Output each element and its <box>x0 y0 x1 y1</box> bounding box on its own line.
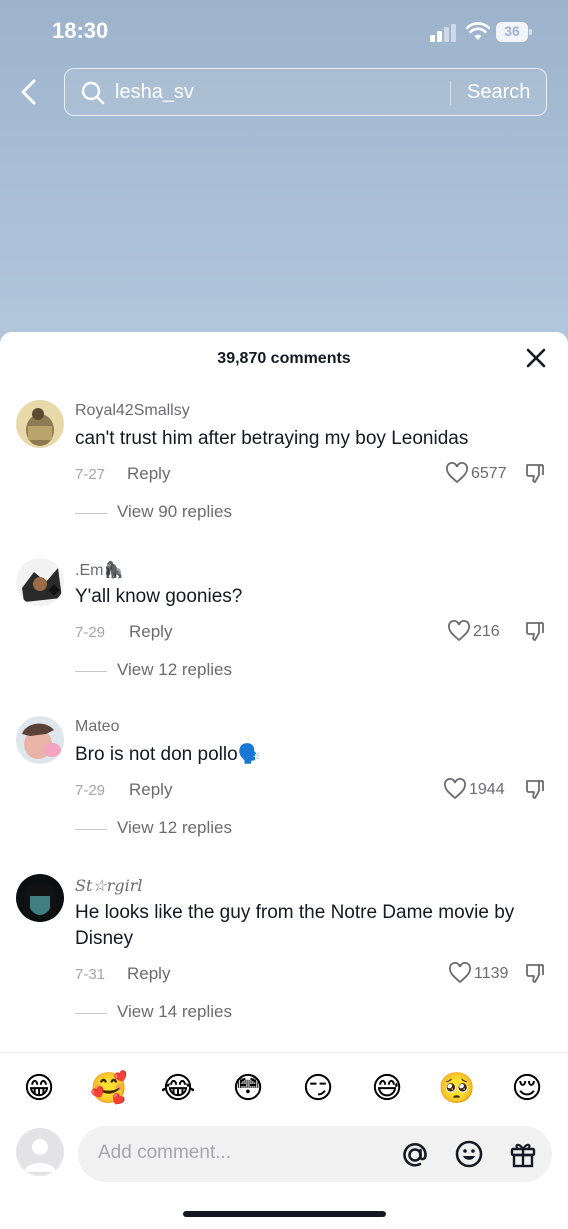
battery-level: 36 <box>504 23 520 39</box>
quick-emoji[interactable]: 😏 <box>298 1069 338 1109</box>
heart-icon[interactable] <box>447 620 471 642</box>
user-avatar <box>16 1128 64 1176</box>
comment-item: Royal42Smallsy can't trust him after bet… <box>0 400 568 530</box>
comment-item: .Em🦍 Y'all know goonies? 7-29 Reply 216 … <box>0 558 568 688</box>
reply-button[interactable]: Reply <box>129 622 172 642</box>
heart-icon[interactable] <box>445 462 469 484</box>
back-arrow-icon[interactable] <box>14 74 46 110</box>
at-mention-icon[interactable] <box>400 1140 430 1170</box>
dislike-icon[interactable] <box>524 620 546 642</box>
dislike-icon[interactable] <box>524 778 546 800</box>
comment-actions: 7-31 Reply 1139 <box>75 962 555 990</box>
search-icon <box>81 81 105 105</box>
comment-date: 7-31 <box>75 966 106 983</box>
comment-actions: 7-27 Reply 6577 <box>75 462 555 490</box>
gift-icon[interactable] <box>508 1139 538 1169</box>
avatar[interactable] <box>16 874 64 922</box>
comment-text: Y'all know goonies? <box>75 586 243 607</box>
reply-button[interactable]: Reply <box>127 464 170 484</box>
comment-item: St☆rgirl He looks like the guy from the … <box>0 874 568 1034</box>
avatar[interactable] <box>16 716 64 764</box>
comment-text: He looks like the guy from the Notre Dam… <box>75 902 515 949</box>
view-replies-label: View 14 replies <box>117 1002 232 1021</box>
search-button[interactable]: Search <box>467 81 530 104</box>
comment-text: Bro is not don pollo🗣️ <box>75 744 262 765</box>
comment-actions: 7-29 Reply 216 <box>75 620 555 648</box>
comment-item: Mateo Bro is not don pollo🗣️ 7-29 Reply … <box>0 716 568 846</box>
comment-date: 7-29 <box>75 782 106 799</box>
battery-icon: 36 <box>496 22 532 42</box>
quick-emoji[interactable]: 🥰 <box>89 1069 129 1109</box>
wifi-icon <box>466 22 490 40</box>
video-background: 18:30 36 lesha_sv Search <box>0 0 568 345</box>
comment-username[interactable]: .Em🦍 <box>75 560 123 580</box>
comment-username[interactable]: St☆rgirl <box>75 876 143 895</box>
emoji-icon[interactable] <box>454 1139 484 1169</box>
avatar[interactable] <box>16 400 64 448</box>
like-count: 1944 <box>469 781 505 798</box>
quick-emoji[interactable]: 😳 <box>228 1069 268 1109</box>
comment-username[interactable]: Royal42Smallsy <box>75 402 190 420</box>
close-icon[interactable] <box>524 346 548 370</box>
quick-emoji[interactable]: 😁 <box>19 1069 59 1109</box>
comment-composer: Add comment... <box>0 1124 568 1184</box>
add-comment-input[interactable]: Add comment... <box>78 1126 552 1182</box>
search-divider <box>450 81 451 105</box>
dislike-icon[interactable] <box>524 462 546 484</box>
quick-emoji-bar: 😁 🥰 😂 😳 😏 😅 🥺 😌 <box>0 1052 568 1124</box>
comment-username[interactable]: Mateo <box>75 718 119 736</box>
comment-count: 39,870 comments <box>217 350 351 367</box>
status-time: 18:30 <box>52 18 109 43</box>
comment-text: can't trust him after betraying my boy L… <box>75 428 469 449</box>
quick-emoji[interactable]: 😌 <box>507 1069 547 1109</box>
comments-header: 39,870 comments <box>0 332 568 386</box>
reply-button[interactable]: Reply <box>129 780 172 800</box>
comment-date: 7-27 <box>75 466 106 483</box>
reply-button[interactable]: Reply <box>127 964 170 984</box>
quick-emoji[interactable]: 😅 <box>367 1069 407 1109</box>
comment-actions: 7-29 Reply 1944 <box>75 778 555 806</box>
home-indicator <box>183 1211 386 1217</box>
avatar[interactable] <box>16 558 64 606</box>
like-count: 6577 <box>471 465 507 482</box>
quick-emoji[interactable]: 😂 <box>158 1069 198 1109</box>
view-replies-label: View 90 replies <box>117 502 232 521</box>
status-bar: 18:30 36 <box>0 0 568 62</box>
heart-icon[interactable] <box>443 778 467 800</box>
like-count: 216 <box>473 623 500 640</box>
signal-icon <box>430 24 456 42</box>
add-comment-placeholder: Add comment... <box>98 1142 232 1163</box>
like-count: 1139 <box>474 965 509 982</box>
dislike-icon[interactable] <box>524 962 546 984</box>
view-replies-label: View 12 replies <box>117 660 232 679</box>
quick-emoji[interactable]: 🥺 <box>437 1069 477 1109</box>
search-input[interactable]: lesha_sv <box>115 81 194 104</box>
view-replies-label: View 12 replies <box>117 818 232 837</box>
comment-date: 7-29 <box>75 624 106 641</box>
heart-icon[interactable] <box>448 962 472 984</box>
search-bar[interactable]: lesha_sv Search <box>64 68 547 116</box>
